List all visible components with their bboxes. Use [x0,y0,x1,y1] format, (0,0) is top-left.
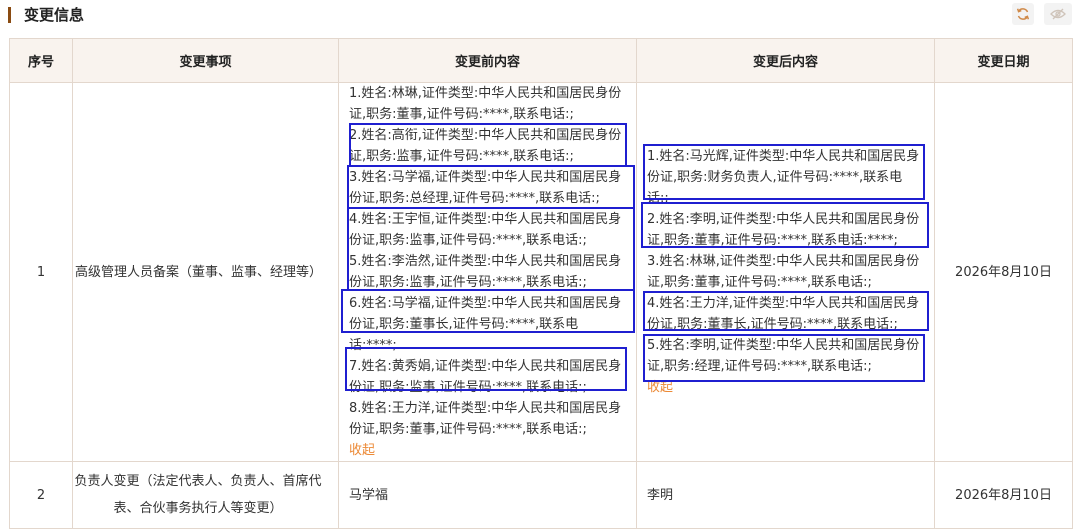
row-before-content: 马学福 [338,461,637,529]
section-title: 变更信息 [24,6,85,24]
table-header-row: 序号 变更事项 变更前内容 变更后内容 变更日期 [9,38,1073,83]
list-item: 1.姓名:马光辉,证件类型:中华人民共和国居民身份证,职务:财务负责人,证件号码… [647,149,920,206]
list-item: 2.姓名:李明,证件类型:中华人民共和国居民身份证,职务:董事,证件号码:***… [647,212,920,248]
after-list: 1.姓名:马光辉,证件类型:中华人民共和国居民身份证,职务:财务负责人,证件号码… [641,144,929,398]
row-after-content: 1.姓名:马光辉,证件类型:中华人民共和国居民身份证,职务:财务负责人,证件号码… [636,82,935,462]
column-header-index: 序号 [9,38,73,83]
list-item: 4.姓名:王力洋,证件类型:中华人民共和国居民身份证,职务:董事长,证件号码:*… [647,296,920,332]
refresh-button[interactable] [1012,3,1034,25]
row-change-date: 2026年8月10日 [934,461,1073,529]
list-item: 7.姓名:黄秀娟,证件类型:中华人民共和国居民身份证,职务:监事,证件号码:**… [349,359,622,395]
row-change-date: 2026年8月10日 [934,82,1073,462]
row-change-item: 负责人变更（法定代表人、负责人、首席代表、合伙事务执行人等变更） [72,461,339,529]
column-header-before: 变更前内容 [338,38,637,83]
column-header-date: 变更日期 [934,38,1073,83]
collapse-toggle-link[interactable]: 收起 [647,380,673,395]
list-item: 1.姓名:林琳,证件类型:中华人民共和国居民身份证,职务:董事,证件号码:***… [349,86,622,122]
list-item: 5.姓名:李浩然,证件类型:中华人民共和国居民身份证,职务:监事,证件号码:**… [349,254,622,290]
list-item: 2.姓名:高衔,证件类型:中华人民共和国居民身份证,职务:监事,证件号码:***… [349,128,622,164]
list-item: 3.姓名:马学福,证件类型:中华人民共和国居民身份证,职务:总经理,证件号码:*… [349,170,622,206]
before-list: 1.姓名:林琳,证件类型:中华人民共和国居民身份证,职务:董事,证件号码:***… [341,83,635,461]
list-item: 5.姓名:李明,证件类型:中华人民共和国居民身份证,职务:经理,证件号码:***… [647,338,920,374]
section-title-bar [8,7,11,23]
refresh-icon [1016,8,1030,20]
change-item-text: 负责人变更（法定代表人、负责人、首席代表、合伙事务执行人等变更） [74,474,322,516]
table-row: 1 高级管理人员备案（董事、监事、经理等） 1.姓名:林琳,证件类型:中华人民共… [9,82,1073,462]
row-change-item: 高级管理人员备案（董事、监事、经理等） [72,82,339,462]
list-item: 3.姓名:林琳,证件类型:中华人民共和国居民身份证,职务:董事,证件号码:***… [647,254,920,290]
column-header-after: 变更后内容 [636,38,935,83]
column-header-item: 变更事项 [72,38,339,83]
section-header: 变更信息 [0,0,1080,32]
list-item: 4.姓名:王宇恒,证件类型:中华人民共和国居民身份证,职务:监事,证件号码:**… [349,212,622,248]
table-row: 2 负责人变更（法定代表人、负责人、首席代表、合伙事务执行人等变更） 马学福 李… [9,461,1073,529]
row-before-content: 1.姓名:林琳,证件类型:中华人民共和国居民身份证,职务:董事,证件号码:***… [338,82,637,462]
list-item: 8.姓名:王力洋,证件类型:中华人民共和国居民身份证,职务:董事,证件号码:**… [349,401,622,437]
toggle-visibility-button[interactable] [1044,3,1072,25]
change-info-table: 序号 变更事项 变更前内容 变更后内容 变更日期 1 高级管理人员备案（董事、监… [9,38,1073,529]
eye-slash-icon [1050,8,1066,20]
row-after-content: 李明 [636,461,935,529]
collapse-toggle-link[interactable]: 收起 [349,443,375,458]
row-index: 1 [9,82,73,462]
list-item: 6.姓名:马学福,证件类型:中华人民共和国居民身份证,职务:董事长,证件号码:*… [349,296,622,353]
